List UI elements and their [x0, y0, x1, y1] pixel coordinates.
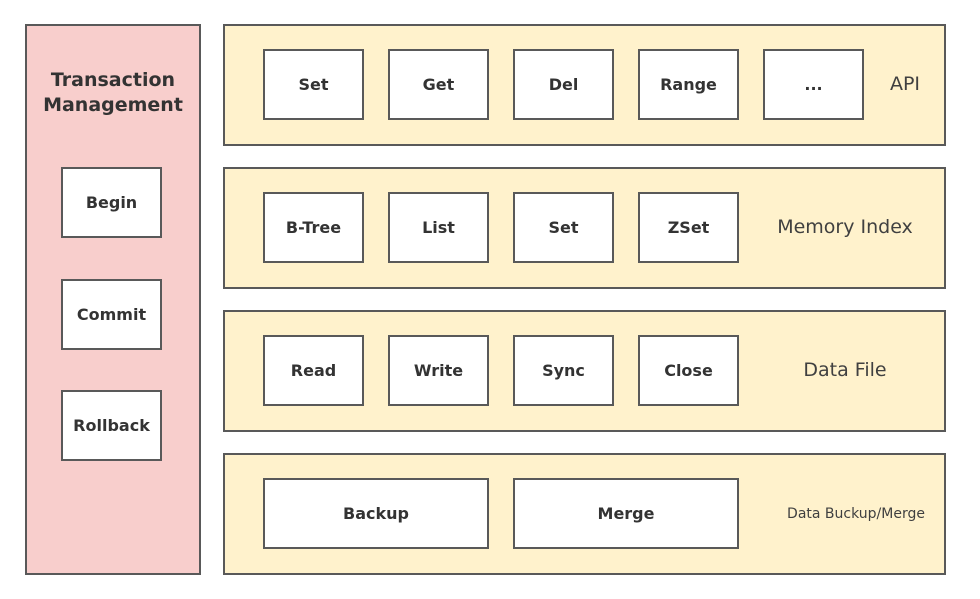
memory-index-label: Memory Index	[777, 216, 913, 238]
more-box: ...	[763, 49, 864, 120]
zset-box: ZSet	[638, 192, 739, 263]
begin-box: Begin	[61, 167, 162, 238]
commit-box: Commit	[61, 279, 162, 350]
rollback-box: Rollback	[61, 390, 162, 461]
title-line: Transaction	[50, 69, 176, 91]
set-index-box: Set	[513, 192, 614, 263]
backup-merge-label: Data Buckup/Merge	[787, 506, 925, 522]
backup-box: Backup	[263, 478, 489, 549]
range-box: Range	[638, 49, 739, 120]
sync-box: Sync	[513, 335, 614, 406]
data-file-label: Data File	[803, 359, 887, 381]
close-box: Close	[638, 335, 739, 406]
transaction-management-title: Transaction Management	[26, 68, 200, 118]
write-box: Write	[388, 335, 489, 406]
title-line: Management	[43, 94, 183, 116]
set-box: Set	[263, 49, 364, 120]
list-box: List	[388, 192, 489, 263]
api-label: API	[889, 73, 921, 95]
read-box: Read	[263, 335, 364, 406]
btree-box: B-Tree	[263, 192, 364, 263]
merge-box: Merge	[513, 478, 739, 549]
get-box: Get	[388, 49, 489, 120]
del-box: Del	[513, 49, 614, 120]
